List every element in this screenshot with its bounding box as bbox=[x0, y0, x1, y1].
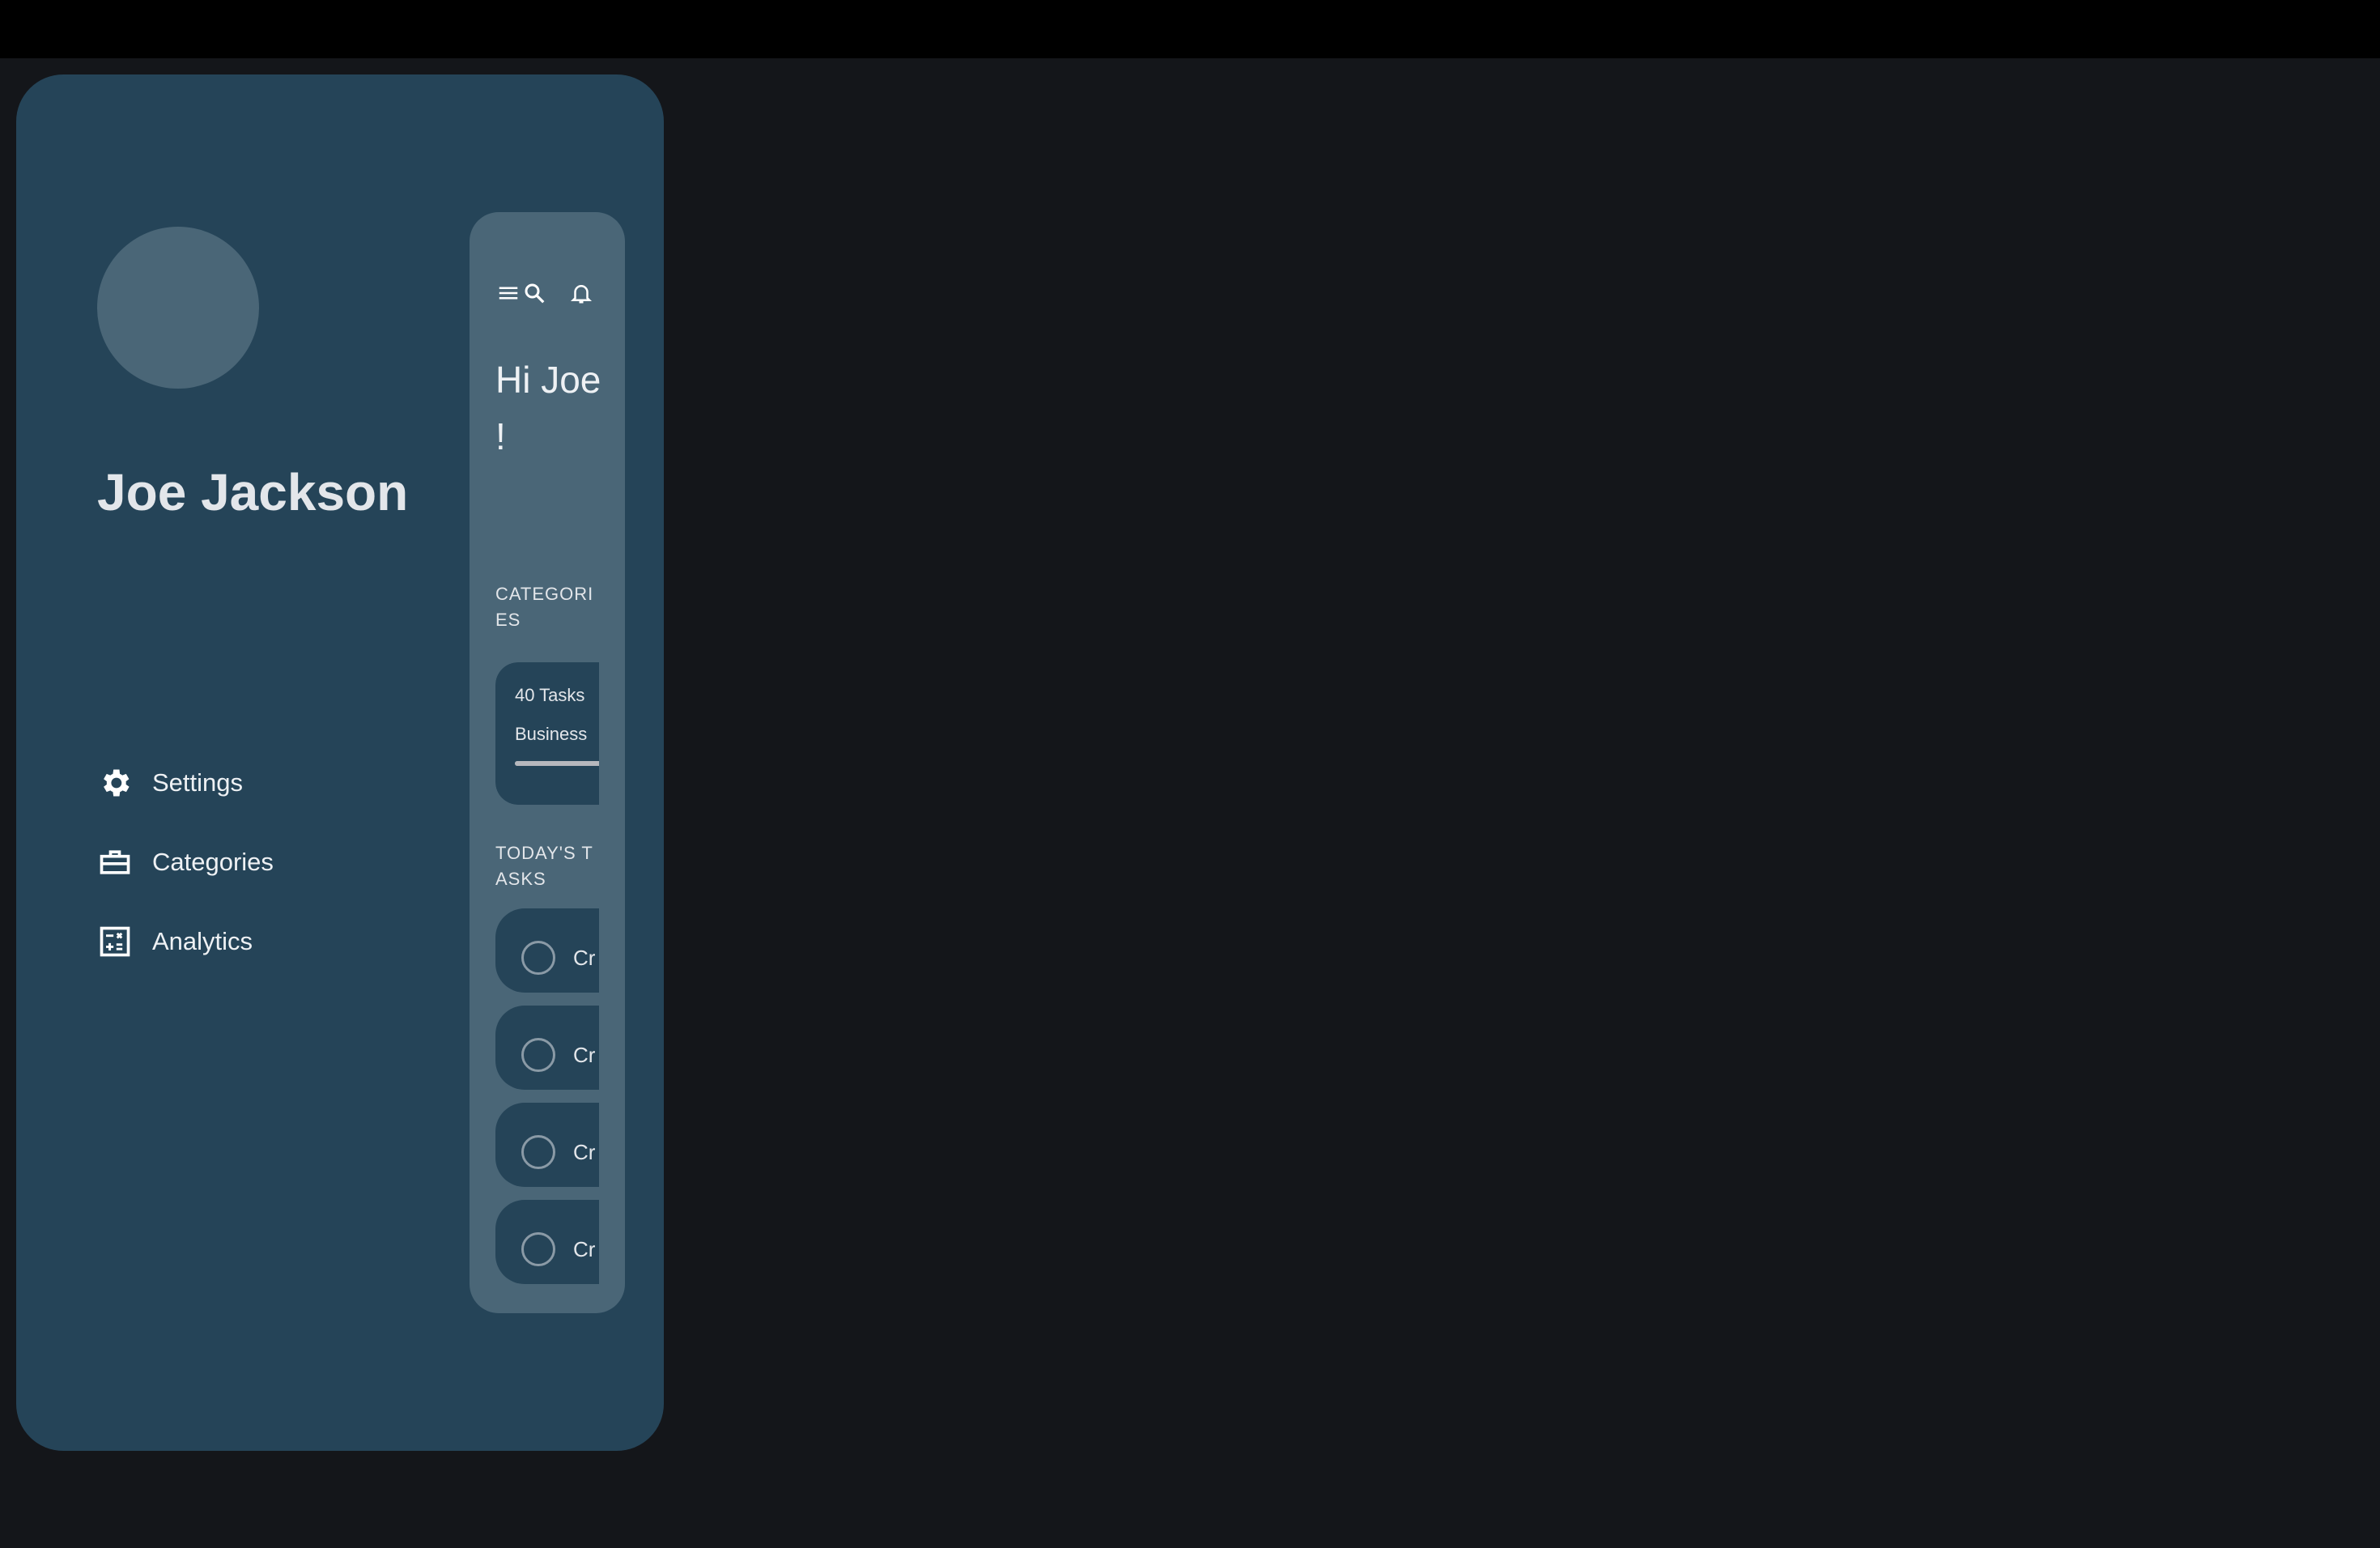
task-checkbox[interactable] bbox=[521, 1038, 555, 1072]
menu-item-label: Analytics bbox=[152, 927, 253, 955]
task-title: Cr bbox=[573, 946, 596, 970]
task-item[interactable]: Cr bbox=[495, 1200, 599, 1284]
task-item[interactable]: Cr bbox=[495, 1006, 599, 1090]
user-name: Joe Jackson bbox=[97, 463, 409, 521]
avatar[interactable] bbox=[97, 227, 259, 389]
task-checkbox[interactable] bbox=[521, 1135, 555, 1169]
navigation-drawer: Joe Jackson Settings Categories Analytic… bbox=[16, 74, 664, 1451]
menu-item-analytics[interactable]: Analytics bbox=[97, 902, 274, 981]
task-item[interactable]: Cr bbox=[495, 1103, 599, 1187]
task-title: Cr bbox=[573, 1237, 596, 1261]
drawer-menu: Settings Categories Analytics bbox=[97, 743, 274, 981]
top-status-bar bbox=[0, 0, 2380, 58]
menu-item-label: Settings bbox=[152, 768, 244, 797]
task-title: Cr bbox=[573, 1140, 596, 1164]
briefcase-icon bbox=[97, 844, 133, 880]
menu-item-label: Categories bbox=[152, 848, 274, 876]
menu-item-settings[interactable]: Settings bbox=[97, 743, 274, 823]
task-title: Cr bbox=[573, 1043, 596, 1067]
task-checkbox[interactable] bbox=[521, 1232, 555, 1266]
app-preview[interactable]: Hi Joe ! CATEGORIES 40 Tasks Business TO… bbox=[470, 212, 625, 1313]
gear-icon bbox=[97, 765, 133, 801]
menu-item-categories[interactable]: Categories bbox=[97, 823, 274, 902]
task-item[interactable]: Cr bbox=[495, 908, 599, 993]
task-list: Cr Cr Cr Cr Cr bbox=[495, 212, 599, 1289]
calculator-icon bbox=[97, 924, 133, 959]
task-checkbox[interactable] bbox=[521, 941, 555, 975]
